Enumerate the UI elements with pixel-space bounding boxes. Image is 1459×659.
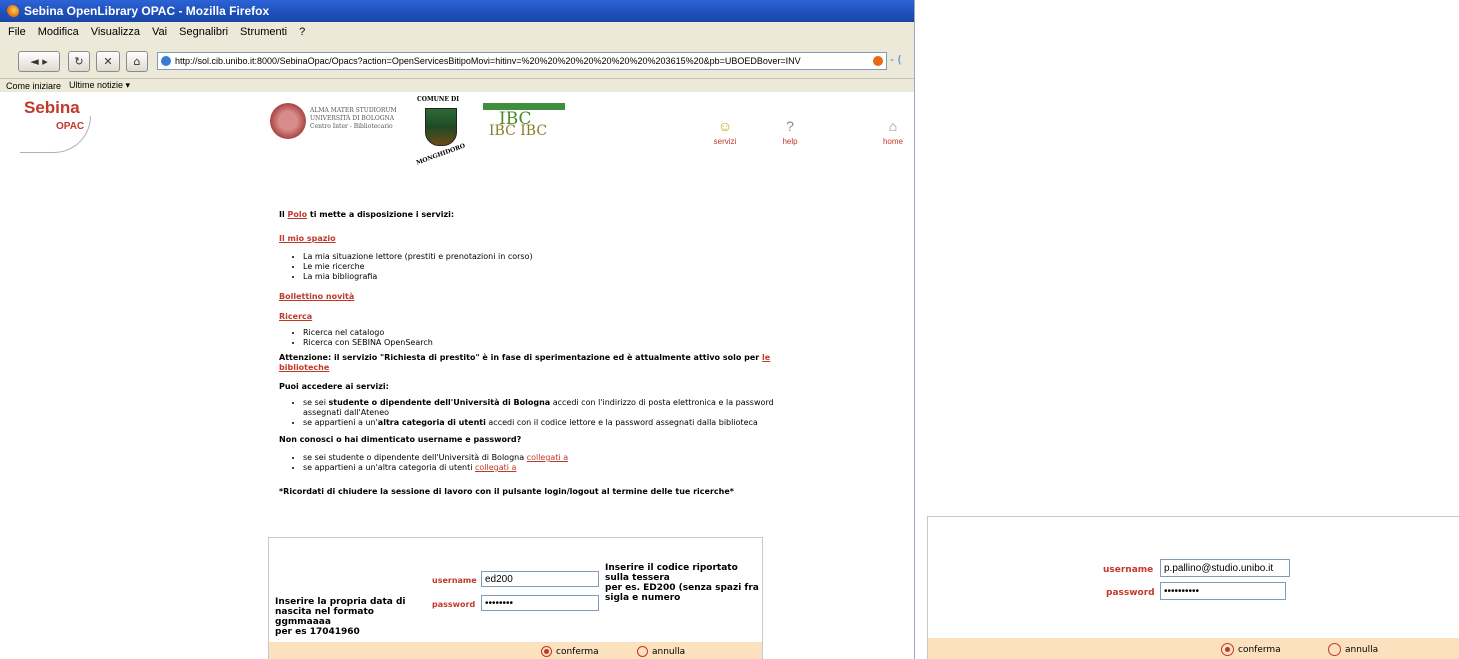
comune-name: MONGHIDORO (415, 142, 467, 167)
logo-opac-text: OPAC (56, 121, 85, 132)
puoi-list: se sei studente o dipendente dell'Univer… (289, 398, 779, 428)
menu-bar: File Modifica Visualizza Vai Segnalibri … (0, 22, 914, 41)
home-button[interactable]: ⌂ (126, 51, 148, 72)
comune-title: COMUNE DI (417, 96, 460, 103)
menu-vai[interactable]: Vai (152, 26, 167, 38)
login-form-zoomed: username p.pallino@studio.unibo.it passw… (927, 516, 1459, 659)
radio-selected-icon (541, 646, 552, 657)
nav-home[interactable]: ⌂ home (873, 118, 913, 146)
home-icon: ⌂ (888, 118, 898, 134)
menu-file[interactable]: File (8, 26, 26, 38)
menu-segnalibri[interactable]: Segnalibri (179, 26, 228, 38)
list-item: se appartieni a un'altra categoria di ut… (303, 418, 779, 428)
list-item: Le mie ricerche (303, 262, 779, 272)
non-conosci-list: se sei studente o dipendente dell'Univer… (289, 453, 779, 473)
puoi-heading: Puoi accedere ai servizi: (279, 382, 389, 391)
intro: Il Polo ti mette a disposizione i serviz… (279, 210, 455, 219)
nav-servizi[interactable]: ☺ servizi (705, 118, 745, 146)
collegati-link-altri[interactable]: collegati a (475, 463, 516, 472)
reload-button[interactable]: ↻ (68, 51, 90, 72)
mio-spazio-link[interactable]: Il mio spazio (279, 234, 336, 243)
username-label: username (1103, 565, 1154, 575)
menu-help[interactable]: ? (299, 26, 305, 38)
firefox-icon (6, 4, 19, 18)
collegati-link-studenti[interactable]: collegati a (527, 453, 568, 462)
ricerca-list: Ricerca nel catalogo Ricerca con SEBINA … (289, 328, 779, 348)
services-content: Il Polo ti mette a disposizione i serviz… (279, 210, 779, 497)
radio-empty-icon (637, 646, 648, 657)
list-item: se sei studente o dipendente dell'Univer… (303, 398, 779, 418)
password-input[interactable]: •••••••• (481, 595, 599, 611)
username-label: username (432, 576, 477, 585)
confirm-radio[interactable]: conferma (1221, 643, 1281, 656)
list-item: Ricerca nel catalogo (303, 328, 779, 338)
non-conosci-heading: Non conosci o hai dimenticato username e… (279, 435, 522, 444)
form-footer: conferma annulla (269, 642, 762, 659)
attenzione-note: Attenzione: il servizio "Richiesta di pr… (279, 353, 771, 372)
comune-shield-icon (425, 108, 457, 146)
bookmarks-bar: Come iniziare Ultime notizie ▾ (0, 79, 914, 92)
list-item: La mia bibliografia (303, 272, 779, 282)
username-input[interactable]: p.pallino@studio.unibo.it (1160, 559, 1290, 577)
confirm-radio[interactable]: conferma (541, 646, 599, 657)
mio-spazio-list: La mia situazione lettore (prestiti e pr… (289, 252, 779, 282)
login-form: username ed200 password •••••••• Inserir… (268, 537, 763, 659)
code-hint: Inserire il codice riportato sulla tesse… (605, 563, 759, 603)
navigation-toolbar: ◄ ▸ ↻ ✕ ⌂ http://sol.cib.unibo.it:8000/S… (0, 41, 914, 79)
password-input[interactable]: •••••••••• (1160, 582, 1286, 600)
menu-modifica[interactable]: Modifica (38, 26, 79, 38)
nav-help[interactable]: ? help (770, 118, 810, 146)
cancel-radio[interactable]: annulla (637, 646, 685, 657)
ricerca-link[interactable]: Ricerca (279, 312, 312, 321)
logo-sebina-text: Sebina (24, 98, 80, 117)
list-item: Ricerca con SEBINA OpenSearch (303, 338, 779, 348)
list-item: se sei studente o dipendente dell'Univer… (303, 453, 779, 463)
comune-logo: COMUNE DI MONGHIDORO (413, 96, 469, 172)
bollettino-link[interactable]: Bollettino novità (279, 292, 354, 301)
radio-empty-icon (1328, 643, 1341, 656)
stop-button[interactable]: ✕ (96, 51, 120, 72)
browser-window: Sebina OpenLibrary OPAC - Mozilla Firefo… (0, 0, 915, 659)
sebina-opac-logo[interactable]: Sebina OPAC (12, 98, 91, 153)
ibc-logo: IBC IBC IBC (483, 103, 565, 143)
window-title: Sebina OpenLibrary OPAC - Mozilla Firefo… (24, 4, 270, 18)
url-bar[interactable]: http://sol.cib.unibo.it:8000/SebinaOpac/… (157, 52, 887, 70)
menu-strumenti[interactable]: Strumenti (240, 26, 287, 38)
menu-visualizza[interactable]: Visualizza (91, 26, 140, 38)
unibo-text: ALMA MATER STUDIORUM UNIVERSITÀ DI BOLOG… (310, 107, 397, 130)
cancel-radio[interactable]: annulla (1328, 643, 1378, 656)
birthdate-hint: Inserire la propria data di nascita nel … (275, 597, 406, 637)
search-box-edge[interactable]: - ( (890, 53, 902, 66)
radio-selected-icon (1221, 643, 1234, 656)
password-label: password (432, 600, 476, 609)
polo-link[interactable]: Polo (288, 210, 308, 219)
ricordati-note: *Ricordati di chiudere la sessione di la… (279, 487, 734, 496)
window-titlebar: Sebina OpenLibrary OPAC - Mozilla Firefo… (0, 0, 914, 22)
back-forward-button[interactable]: ◄ ▸ (18, 51, 60, 72)
form-footer: conferma annulla (928, 638, 1459, 659)
username-input[interactable]: ed200 (481, 571, 599, 587)
list-item: se appartieni a un'altra categoria di ut… (303, 463, 779, 473)
unibo-seal-icon (270, 103, 306, 139)
bookmark-ultime-notizie[interactable]: Ultime notizie ▾ (69, 80, 130, 91)
url-text: http://sol.cib.unibo.it:8000/SebinaOpac/… (175, 56, 801, 66)
help-icon: ? (786, 118, 794, 134)
page-icon (161, 56, 171, 66)
ibc-text-bottom: IBC IBC (489, 123, 548, 139)
list-item: La mia situazione lettore (prestiti e pr… (303, 252, 779, 262)
password-label: password (1106, 588, 1155, 598)
bookmark-come-iniziare[interactable]: Come iniziare (6, 81, 61, 91)
smiley-icon: ☺ (717, 118, 733, 134)
go-icon[interactable] (873, 56, 883, 66)
